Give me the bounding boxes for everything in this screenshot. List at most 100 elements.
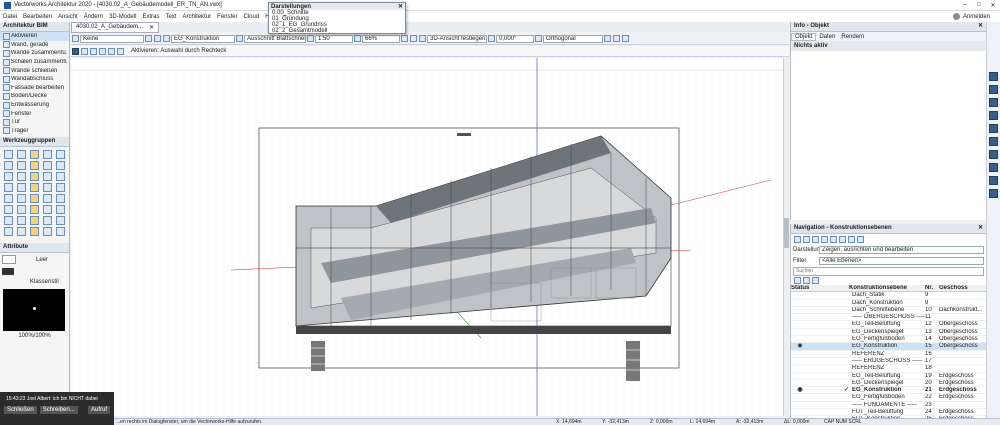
drawing-tool-icon[interactable] xyxy=(4,172,13,182)
eye-icon[interactable]: ◉ xyxy=(791,387,809,393)
angle-input[interactable]: 0,000° xyxy=(496,34,534,43)
drawing-tool-icon[interactable] xyxy=(4,216,13,226)
layer-row[interactable]: ◉ EG_Konstruktion 15 Obergeschoss xyxy=(791,343,986,351)
status-cell[interactable] xyxy=(791,329,809,335)
layer-row[interactable]: EG_Fertigfußboden 22 Erdgeschoss xyxy=(791,394,986,402)
new-layer-icon[interactable] xyxy=(794,277,801,284)
drawing-tool-icon[interactable] xyxy=(17,205,26,215)
scale-input[interactable]: 1:50 xyxy=(315,34,353,43)
view-tool-icon[interactable] xyxy=(989,111,998,120)
delete-layer-icon[interactable] xyxy=(812,277,819,284)
poly-select-icon[interactable] xyxy=(99,47,106,55)
drawing-tool-icon[interactable] xyxy=(43,205,52,215)
layer-row[interactable]: ----- FUNDAMENTE ----- 23 xyxy=(791,402,986,410)
arch-tool-item[interactable]: Entwässerung xyxy=(0,101,69,110)
drawing-tool-icon[interactable] xyxy=(4,227,13,237)
fit-icon[interactable] xyxy=(410,35,417,42)
status-cell[interactable] xyxy=(791,314,809,320)
canvas-vscroll[interactable] xyxy=(783,58,789,416)
tab-close-icon[interactable]: ✕ xyxy=(149,24,154,31)
drawing-tool-icon[interactable] xyxy=(17,150,26,160)
menu-item[interactable]: Architektur xyxy=(179,14,214,20)
arch-tool-item[interactable]: Wände schließen xyxy=(0,66,69,75)
canvas-vscroll-thumb[interactable] xyxy=(784,218,789,248)
menu-item[interactable]: Fenster xyxy=(214,14,240,20)
drawing-tool-icon[interactable] xyxy=(56,183,65,193)
layer-row[interactable]: EG_Teil-Belüftung 12 Obergeschoss xyxy=(791,321,986,329)
filter-select[interactable]: <Alle Ebenen> xyxy=(819,256,984,265)
col-blank[interactable] xyxy=(809,285,849,291)
close-notification-button[interactable]: Schließen xyxy=(4,406,37,414)
drawing-tool-icon[interactable] xyxy=(43,150,52,160)
tab-rendern[interactable]: Rendern xyxy=(838,34,867,40)
minimize-button[interactable]: – xyxy=(958,2,972,8)
layer-row[interactable]: EG_Deckenspiegel 20 Erdgeschoss xyxy=(791,380,986,388)
drawing-tool-icon[interactable] xyxy=(43,161,52,171)
tab-objekt[interactable]: Objekt xyxy=(791,32,817,41)
menu-item[interactable]: Ändern xyxy=(81,14,106,20)
drawing-tool-icon[interactable] xyxy=(43,172,52,182)
saved-view-icon[interactable] xyxy=(622,35,629,42)
info-close-icon[interactable]: ✕ xyxy=(978,22,983,31)
drawing-tool-icon[interactable] xyxy=(43,216,52,226)
col-floor[interactable]: Geschoss xyxy=(939,285,983,291)
render-icon[interactable] xyxy=(401,35,408,42)
drawing-tool-icon[interactable] xyxy=(17,183,26,193)
view-tool-icon[interactable] xyxy=(989,189,998,198)
layer-row[interactable]: EG_Fertigfußboden 14 Obergeschoss xyxy=(791,336,986,344)
drawing-tool-icon[interactable] xyxy=(30,150,39,160)
drawing-tool-icon[interactable] xyxy=(30,194,39,204)
status-cell[interactable] xyxy=(791,394,809,400)
arch-tool-item[interactable]: Tür xyxy=(0,118,69,127)
nav-tab-icon[interactable] xyxy=(830,235,837,243)
layer-row[interactable]: REFERENZ 18 xyxy=(791,365,986,373)
drawing-tool-icon[interactable] xyxy=(17,216,26,226)
drawing-tool-icon[interactable] xyxy=(30,161,39,171)
layer-row[interactable]: EG_Deckenspiegel 13 Obergeschoss xyxy=(791,329,986,337)
status-cell[interactable] xyxy=(791,358,809,364)
drawing-tool-icon[interactable] xyxy=(56,194,65,204)
layer-options-icon[interactable] xyxy=(236,35,243,42)
nav-tab-icon[interactable] xyxy=(839,235,846,243)
zoom-icon[interactable] xyxy=(354,35,361,42)
projection-select[interactable]: Orthogonal xyxy=(543,34,603,43)
arch-tool-item[interactable]: Träger xyxy=(0,127,69,136)
nav-tab-icon[interactable] xyxy=(812,235,819,243)
arch-tool-item[interactable]: Fassade bearbeiten xyxy=(0,84,69,93)
settings-mode-icon[interactable] xyxy=(117,47,124,55)
nav-tab-icon[interactable] xyxy=(821,235,828,243)
status-cell[interactable] xyxy=(791,336,809,342)
drawing-tool-icon[interactable] xyxy=(4,161,13,171)
arch-tool-item[interactable]: Wand, gerade xyxy=(0,41,69,50)
menu-item[interactable]: 3D-Modell xyxy=(106,14,139,20)
drawing-tool-icon[interactable] xyxy=(30,216,39,226)
col-nr[interactable]: Nr. xyxy=(925,285,939,291)
projection-icon[interactable] xyxy=(535,35,542,42)
drawing-tool-icon[interactable] xyxy=(4,150,13,160)
status-cell[interactable] xyxy=(791,380,809,386)
palette-close-icon[interactable]: ✕ xyxy=(398,3,403,10)
layer-row[interactable]: FUT_Teil-Belüftung 24 Erdgeschoss xyxy=(791,409,986,417)
drawing-tool-icon[interactable] xyxy=(56,150,65,160)
nav-close-icon[interactable]: ✕ xyxy=(978,224,983,233)
drawing-tool-icon[interactable] xyxy=(56,216,65,226)
camera-icon[interactable] xyxy=(613,35,620,42)
drawing-canvas[interactable] xyxy=(71,58,783,416)
zoom-input[interactable]: 66% xyxy=(362,34,400,43)
arch-tool-item[interactable]: Wände zusammenfü... xyxy=(0,49,69,58)
nav-tab-icon[interactable] xyxy=(794,235,801,243)
layer-select[interactable]: EG_Konstruktion xyxy=(171,34,235,43)
drawing-tool-icon[interactable] xyxy=(4,205,13,215)
fill-swatch[interactable] xyxy=(2,255,16,265)
status-cell[interactable] xyxy=(791,365,809,371)
drawing-tool-icon[interactable] xyxy=(56,205,65,215)
arch-tool-item[interactable]: Fenster xyxy=(0,109,69,118)
document-tab[interactable]: 4030.02_A_Gebäudem... ✕ xyxy=(71,21,160,33)
layer-row[interactable]: Dach_Konstruktion 9 xyxy=(791,300,986,307)
rect-select-icon[interactable] xyxy=(81,47,88,55)
drawing-tool-icon[interactable] xyxy=(17,172,26,182)
next-view-icon[interactable] xyxy=(154,35,161,42)
arch-tool-item[interactable]: Aktivieren xyxy=(0,32,69,41)
status-cell[interactable] xyxy=(791,307,809,313)
layer-row[interactable]: EG_Teil-Belüftung 19 Erdgeschoss xyxy=(791,373,986,380)
